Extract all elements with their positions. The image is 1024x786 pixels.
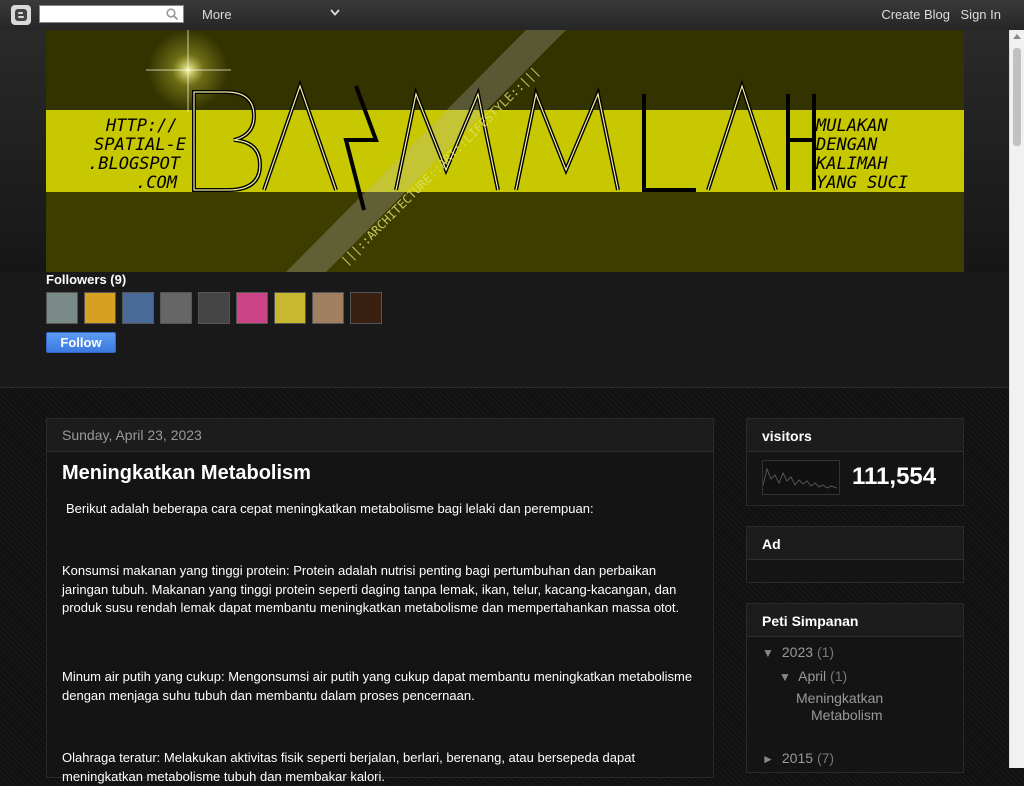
- widget-title: visitors: [747, 419, 963, 452]
- follower-avatar[interactable]: [84, 292, 116, 324]
- visitor-count: 111,554: [852, 463, 937, 490]
- follower-avatar[interactable]: [122, 292, 154, 324]
- banner-tagline-line: MULAKAN: [815, 116, 888, 136]
- follower-avatar[interactable]: [236, 292, 268, 324]
- archive-month-april[interactable]: ▼ April (1): [779, 668, 847, 684]
- chevron-down-icon[interactable]: [330, 9, 340, 17]
- archive-year-2023[interactable]: ▼ 2023 (1): [762, 644, 834, 660]
- post-paragraph: Berikut adalah beberapa cara cepat menin…: [66, 501, 594, 516]
- banner-url-line: HTTP://: [105, 116, 178, 136]
- more-menu[interactable]: More: [202, 7, 232, 22]
- widget-title: Ad: [747, 527, 963, 560]
- collapse-toggle-icon[interactable]: ▼: [779, 670, 795, 684]
- ad-widget: Ad: [746, 526, 964, 583]
- banner-tagline-line: KALIMAH: [815, 154, 888, 174]
- follower-avatar[interactable]: [274, 292, 306, 324]
- visitor-sparkline-graph: [762, 460, 840, 495]
- blog-post: Sunday, April 23, 2023 Meningkatkan Meta…: [46, 418, 714, 784]
- banner-tagline-line: DENGAN: [815, 135, 878, 155]
- blogger-icon[interactable]: [11, 5, 31, 25]
- collapse-toggle-icon[interactable]: ▼: [762, 646, 778, 660]
- banner-url-line: SPATIAL-E: [94, 135, 187, 155]
- scrollbar-thumb[interactable]: [1013, 48, 1021, 146]
- follower-avatar[interactable]: [350, 292, 382, 324]
- visitors-widget: visitors 111,554: [746, 418, 964, 506]
- archive-year-2015[interactable]: ► 2015 (7): [762, 750, 834, 766]
- followers-title: Followers (9): [46, 272, 127, 287]
- page-scrollbar[interactable]: [1009, 30, 1024, 768]
- search-icon[interactable]: [166, 8, 179, 21]
- header-banner-image[interactable]: HTTP:// SPATIAL-E .BLOGSPOT .COM MULAKAN…: [46, 30, 964, 272]
- follower-avatar[interactable]: [46, 292, 78, 324]
- widget-title: Peti Simpanan: [747, 604, 963, 637]
- follower-avatar[interactable]: [312, 292, 344, 324]
- followers-avatars: [46, 292, 382, 324]
- banner-url-line: .BLOGSPOT: [88, 154, 182, 174]
- sign-in-link[interactable]: Sign In: [961, 7, 1001, 22]
- post-title[interactable]: Meningkatkan Metabolism: [62, 462, 311, 485]
- followers-section: [0, 272, 1009, 388]
- post-date: Sunday, April 23, 2023: [62, 427, 202, 443]
- follower-avatar[interactable]: [160, 292, 192, 324]
- blog-archive-widget: Peti Simpanan ▼ 2023 (1) ▼ April (1) Men…: [746, 603, 964, 773]
- blogger-navbar: More Create Blog Sign In: [0, 0, 1024, 31]
- search-input[interactable]: [39, 5, 184, 23]
- scroll-up-arrow[interactable]: [1013, 34, 1021, 39]
- banner-url-line: .COM: [136, 173, 178, 193]
- post-paragraph: Konsumsi makanan yang tinggi protein: Pr…: [62, 563, 680, 615]
- archive-post-link[interactable]: Meningkatkan Metabolism: [796, 690, 906, 724]
- follower-avatar[interactable]: [198, 292, 230, 324]
- expand-toggle-icon[interactable]: ►: [762, 752, 778, 766]
- banner-tagline-line: YANG SUCI: [816, 173, 908, 193]
- post-date-header: Sunday, April 23, 2023: [47, 419, 713, 452]
- post-paragraph: Minum air putih yang cukup: Mengonsumsi …: [62, 669, 693, 703]
- create-blog-link[interactable]: Create Blog: [881, 7, 950, 22]
- follow-button[interactable]: Follow: [46, 332, 116, 353]
